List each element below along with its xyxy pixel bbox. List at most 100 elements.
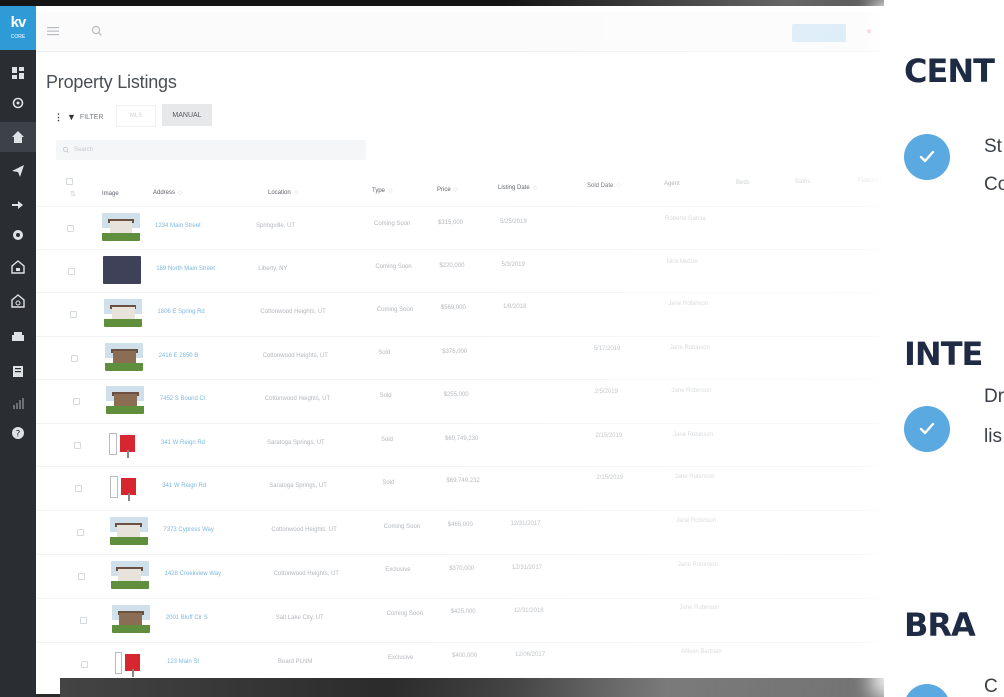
toggle-manual[interactable]: MANUAL (162, 104, 212, 126)
listing-address-link[interactable]: 7452 S Bound Ct (160, 396, 206, 402)
row-checkbox[interactable] (78, 573, 86, 580)
search-placeholder: Search (74, 147, 94, 153)
column-header-location[interactable]: Location ◇ (268, 189, 298, 196)
listing-agent: Allison Bertram (681, 649, 722, 655)
listing-agent: Jane Robinson (674, 474, 715, 481)
listing-address-link[interactable]: 1428 Creekview Way (165, 571, 221, 577)
add-listing-button[interactable] (792, 24, 846, 42)
column-header-listing-date[interactable]: Listing Date ◇ (498, 184, 537, 191)
listing-type: Coming Soon (374, 221, 411, 227)
send-icon[interactable] (0, 156, 36, 186)
listing-thumbnail[interactable] (107, 430, 146, 458)
row-checkbox[interactable] (71, 355, 79, 362)
notification-icon[interactable]: ● (862, 24, 876, 38)
row-checkbox[interactable] (72, 398, 80, 405)
toggle-mls[interactable]: MLS (116, 105, 156, 127)
table-row[interactable]: 1806 E Spring Rd Cottonwood Heights, UT Co… (0, 292, 1004, 336)
listing-agent: Jane Robinson (679, 605, 720, 612)
row-checkbox[interactable] (68, 268, 76, 275)
listing-thumbnail[interactable] (110, 561, 149, 589)
listing-date: 1/8/2018 (503, 304, 527, 311)
gear-icon[interactable] (0, 88, 36, 118)
listing-thumbnail[interactable] (108, 473, 147, 501)
brand-logo[interactable]: kv CORE (0, 6, 36, 50)
listing-location: Cottonwood Heights, UT (264, 396, 331, 402)
listing-address-link[interactable]: 341 W Reign Rd (161, 440, 205, 446)
home-icon[interactable] (0, 122, 36, 152)
listing-address-link[interactable]: 2416 E 2650 B (159, 353, 199, 359)
listing-address-link[interactable]: 2001 Bluff Cir S (166, 615, 208, 621)
listing-date: 12/31/2017 (510, 520, 541, 527)
listing-thumbnail[interactable] (109, 517, 148, 545)
svg-text:?: ? (16, 430, 21, 440)
listing-address-link[interactable]: 341 W Reign Rd (162, 483, 206, 489)
table-row[interactable]: 2416 E 2650 B Cottonwood Heights, UT Sold $… (0, 336, 1004, 380)
listing-type: Exclusive (388, 655, 414, 661)
row-checkbox[interactable] (79, 617, 87, 624)
app-screen: ● ● Property Listings ⋮ ▼ FILTER MLS MAN… (0, 6, 1004, 694)
listing-thumbnail[interactable] (102, 213, 140, 241)
dashboard-icon[interactable] (0, 58, 36, 88)
stats-icon[interactable] (0, 388, 36, 418)
printer-icon[interactable] (0, 322, 36, 352)
feature-text-2b: lis (984, 426, 1002, 447)
listing-price: $370,000 (449, 565, 475, 572)
row-checkbox[interactable] (75, 485, 83, 492)
listing-address-link[interactable]: 189 North Main Street (156, 266, 215, 272)
table-row[interactable]: 341 W Reign Rd Saratoga Springs, UT Sold $6… (0, 466, 1004, 510)
column-header-beds[interactable]: Beds (736, 180, 750, 186)
listing-thumbnail[interactable] (113, 649, 151, 677)
row-checkbox[interactable] (76, 529, 84, 536)
column-header-sold-date[interactable]: Sold Date ◇ (587, 182, 621, 189)
listing-address-link[interactable]: 1234 Main Street (155, 223, 201, 229)
table-search-input[interactable]: Search (56, 140, 366, 160)
settings-icon[interactable] (0, 220, 36, 250)
column-header-address[interactable]: Address ◇ (153, 189, 183, 196)
checkmark-icon (904, 134, 950, 180)
listing-home-icon[interactable] (0, 252, 36, 282)
column-header-agent[interactable]: Agent (664, 181, 680, 187)
listing-agent: Jane Robinson (671, 387, 712, 394)
listing-thumbnail[interactable] (105, 343, 144, 371)
building-icon[interactable] (0, 356, 36, 386)
listing-thumbnail[interactable] (103, 256, 142, 284)
listing-thumbnail[interactable] (106, 386, 145, 414)
column-header-price[interactable]: Price ◇ (437, 186, 458, 193)
funnel-icon: ▼ (67, 112, 76, 122)
listing-address-link[interactable]: 123 Main St (167, 659, 199, 665)
listing-address-link[interactable]: 7373 Cypress Way (163, 527, 213, 533)
column-header-features[interactable]: Features (858, 178, 882, 184)
listing-thumbnail[interactable] (104, 299, 143, 327)
feature-text-2a: Dr (984, 386, 1004, 407)
column-header-image: Image (102, 191, 119, 197)
filter-button[interactable]: ⋮ ▼ FILTER (54, 109, 104, 125)
row-checkbox[interactable] (69, 311, 77, 318)
table-row[interactable]: 1234 Main Street Springville, UT Coming So… (0, 206, 1004, 250)
listing-price: $569,000 (440, 305, 466, 312)
hamburger-menu-icon[interactable] (46, 24, 60, 38)
table-row[interactable]: 189 North Main Street Liberty, NY Coming S… (0, 249, 1004, 293)
row-checkbox[interactable] (67, 225, 74, 232)
column-header-type[interactable]: Type ◇ (372, 187, 393, 194)
listing-thumbnail[interactable] (111, 605, 150, 633)
column-header-baths[interactable]: Baths (795, 179, 810, 185)
listing-address-link[interactable]: 1806 E Spring Rd (157, 309, 204, 315)
table-row[interactable]: 341 W Reign Rd Saratoga Springs, UT Sold $6… (0, 423, 1004, 467)
help-icon[interactable]: ? (0, 418, 36, 448)
listing-location: Saratoga Springs, UT (267, 440, 325, 446)
listing-date: 12/06/2017 (515, 652, 546, 658)
sort-icon[interactable]: ⇅ (70, 190, 76, 198)
table-row[interactable]: 7373 Cypress Way Cottonwood Heights, UT Co… (0, 510, 1004, 554)
listing-date: 5/3/2019 (501, 261, 525, 268)
table-row[interactable]: 2001 Bluff Cir S Salt Lake City, UT Coming… (0, 598, 1004, 642)
row-checkbox[interactable] (81, 661, 88, 668)
row-checkbox[interactable] (74, 442, 81, 449)
property-search-icon[interactable] (0, 286, 36, 316)
share-icon[interactable] (0, 190, 36, 220)
table-row[interactable]: 7452 S Bound Ct Cottonwood Heights, UT Sol… (0, 379, 1004, 423)
feature-heading-2: INTE (904, 335, 983, 373)
table-row[interactable]: 1428 Creekview Way Cottonwood Heights, UT… (0, 554, 1004, 598)
listing-location: Saratoga Springs, UT (269, 483, 327, 489)
search-icon[interactable] (90, 24, 104, 38)
select-all-checkbox[interactable] (66, 178, 73, 185)
